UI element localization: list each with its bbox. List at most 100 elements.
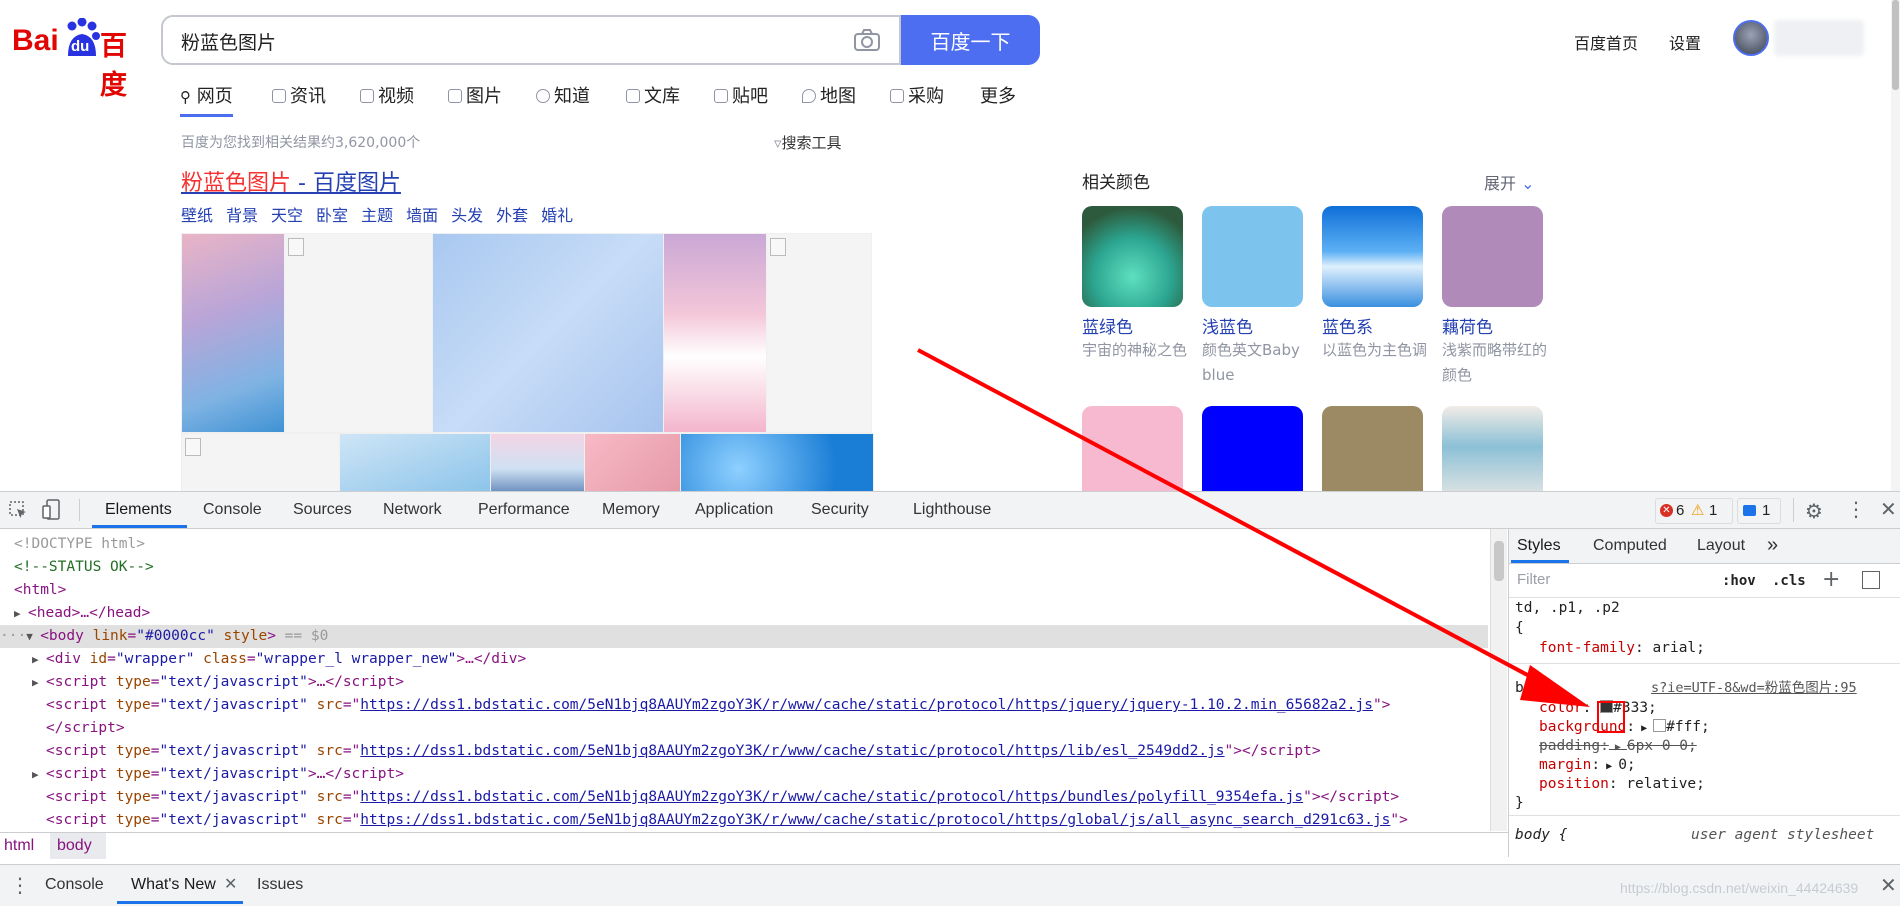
inspect-element-icon[interactable] (8, 500, 28, 524)
rule-selector[interactable]: body { (1515, 826, 1567, 845)
related-color-image[interactable] (1442, 206, 1543, 307)
dom-node[interactable]: <!DOCTYPE html> (0, 533, 1488, 556)
baidu-logo[interactable]: Bai du 百度 (12, 17, 144, 100)
result-image[interactable] (663, 233, 768, 433)
scrollbar-thumb[interactable] (1494, 541, 1504, 581)
dom-node[interactable]: ▶ <script type="text/javascript">…</scrip… (0, 671, 1488, 694)
dom-node[interactable]: <script type="text/javascript" src="http… (0, 786, 1488, 809)
more-vertical-icon[interactable]: ⋮ (1846, 497, 1866, 521)
rule-selector[interactable]: body (1515, 679, 1550, 698)
more-tabs-icon[interactable]: » (1767, 534, 1778, 557)
related-color-image[interactable] (1322, 406, 1423, 491)
tab-computed[interactable]: Computed (1593, 537, 1667, 555)
tab-sources[interactable]: Sources (293, 501, 352, 519)
result-image[interactable] (490, 433, 586, 491)
scrollbar-thumb[interactable] (1892, 0, 1899, 90)
breadcrumb-body[interactable]: body (57, 837, 92, 855)
sublink[interactable]: 外套 (496, 206, 528, 225)
related-color-image[interactable] (1082, 406, 1183, 491)
tab-more[interactable]: 更多 (980, 82, 1016, 108)
gear-icon[interactable]: ⚙ (1805, 499, 1823, 523)
related-color-image[interactable] (1322, 206, 1423, 307)
close-icon[interactable]: ✕ (1880, 497, 1897, 521)
tab-web[interactable]: ⚲ 网页 (180, 82, 233, 117)
search-tools-button[interactable]: ▿搜索工具 (774, 132, 842, 153)
dom-scrollbar[interactable] (1490, 529, 1507, 831)
dom-node[interactable]: ▶ <script type="text/javascript">…</scrip… (0, 763, 1488, 786)
result-image[interactable] (432, 233, 665, 433)
tab-layout[interactable]: Layout (1697, 537, 1745, 555)
css-declaration[interactable]: font-family: arial; (1539, 639, 1705, 658)
dom-node[interactable]: <!--STATUS OK--> (0, 556, 1488, 579)
expand-triangle-icon[interactable]: ▶ (1635, 723, 1653, 734)
color-swatch[interactable] (1653, 719, 1667, 732)
dom-node[interactable]: </script> (0, 717, 1488, 740)
hov-toggle[interactable]: :hov (1722, 573, 1756, 589)
search-button[interactable]: 百度一下 (901, 15, 1040, 65)
dom-node-selected[interactable]: ···▼ <body link="#0000cc" style> == $0 (0, 625, 1488, 648)
styles-filter-input[interactable]: Filter (1517, 567, 1707, 593)
result-image[interactable] (181, 233, 286, 433)
result-title-link[interactable]: 粉蓝色图片 - 百度图片 (181, 165, 401, 197)
sidebar-toggle-icon[interactable] (1862, 571, 1880, 589)
drawer-tab-whats-new[interactable]: What's New (131, 876, 216, 894)
related-color-name[interactable]: 浅蓝色 (1202, 313, 1253, 338)
tab-news[interactable]: 资讯 (272, 82, 326, 108)
sublink[interactable]: 背景 (226, 206, 258, 225)
result-image-broken[interactable] (181, 433, 340, 491)
sublink[interactable]: 婚礼 (541, 206, 573, 225)
related-color-name[interactable]: 藕荷色 (1442, 313, 1493, 338)
sublink[interactable]: 主题 (361, 206, 393, 225)
tab-application[interactable]: Application (695, 501, 773, 519)
related-color-name[interactable]: 蓝色系 (1322, 313, 1373, 338)
related-color-image[interactable] (1082, 206, 1183, 307)
tab-wenku[interactable]: 文库 (626, 82, 680, 108)
tab-elements[interactable]: Elements (105, 501, 172, 519)
device-toolbar-icon[interactable] (42, 499, 62, 525)
cls-toggle[interactable]: .cls (1772, 573, 1806, 589)
css-declaration[interactable]: background: ▶ #fff; (1539, 718, 1710, 738)
tab-video[interactable]: 视频 (360, 82, 414, 108)
settings-link[interactable]: 设置 (1669, 30, 1701, 54)
expand-button[interactable]: 展开 ⌄ (1484, 170, 1535, 194)
breadcrumb-html[interactable]: html (4, 837, 34, 855)
baidu-home-link[interactable]: 百度首页 (1574, 30, 1638, 54)
tab-tieba[interactable]: 贴吧 (714, 82, 768, 108)
tab-styles[interactable]: Styles (1517, 537, 1561, 555)
tab-images[interactable]: 图片 (448, 82, 502, 108)
drawer-tab-console[interactable]: Console (45, 876, 104, 894)
dom-node[interactable]: ▶ <head>…</head> (0, 602, 1488, 625)
expand-triangle-icon[interactable]: ▶ (32, 763, 46, 786)
sublink[interactable]: 卧室 (316, 206, 348, 225)
related-color-name[interactable]: 蓝绿色 (1082, 313, 1133, 338)
close-drawer-icon[interactable]: ✕ (1880, 873, 1897, 897)
result-image-broken[interactable] (766, 233, 872, 433)
drawer-tab-issues[interactable]: Issues (257, 876, 303, 894)
page-scrollbar[interactable] (1891, 0, 1900, 491)
related-color-image[interactable] (1202, 406, 1303, 491)
expand-triangle-icon[interactable]: ▶ (32, 648, 46, 671)
dom-node[interactable]: <script type="text/javascript" src="http… (0, 740, 1488, 763)
result-image-broken[interactable] (284, 233, 434, 433)
sublink[interactable]: 头发 (451, 206, 483, 225)
expand-triangle-icon[interactable]: ▶ (32, 671, 46, 694)
sublink[interactable]: 墙面 (406, 206, 438, 225)
close-tab-icon[interactable]: ✕ (224, 874, 237, 893)
color-swatch[interactable] (1600, 700, 1614, 713)
rule-selector[interactable]: td, .p1, .p2 (1515, 599, 1620, 618)
dom-node[interactable]: <script type="text/javascript" src="http… (0, 694, 1488, 717)
result-image[interactable] (339, 433, 491, 491)
tab-performance[interactable]: Performance (478, 501, 570, 519)
css-declaration[interactable]: margin: ▶ 0; (1539, 756, 1636, 776)
result-image[interactable] (680, 433, 874, 491)
messages-counter[interactable]: 1 (1737, 498, 1781, 524)
issues-counter[interactable]: ✕ 6 ⚠ 1 (1655, 498, 1733, 524)
dom-node[interactable]: <html> (0, 579, 1488, 602)
dom-node[interactable]: ▶ <div id="wrapper" class="wrapper_l wrap… (0, 648, 1488, 671)
tab-map[interactable]: 地图 (802, 82, 856, 108)
css-declaration[interactable]: position: relative; (1539, 775, 1705, 794)
collapse-triangle-icon[interactable]: ▼ (26, 625, 40, 648)
new-rule-icon[interactable]: + (1822, 567, 1840, 592)
tab-memory[interactable]: Memory (602, 501, 660, 519)
tab-security[interactable]: Security (811, 501, 869, 519)
